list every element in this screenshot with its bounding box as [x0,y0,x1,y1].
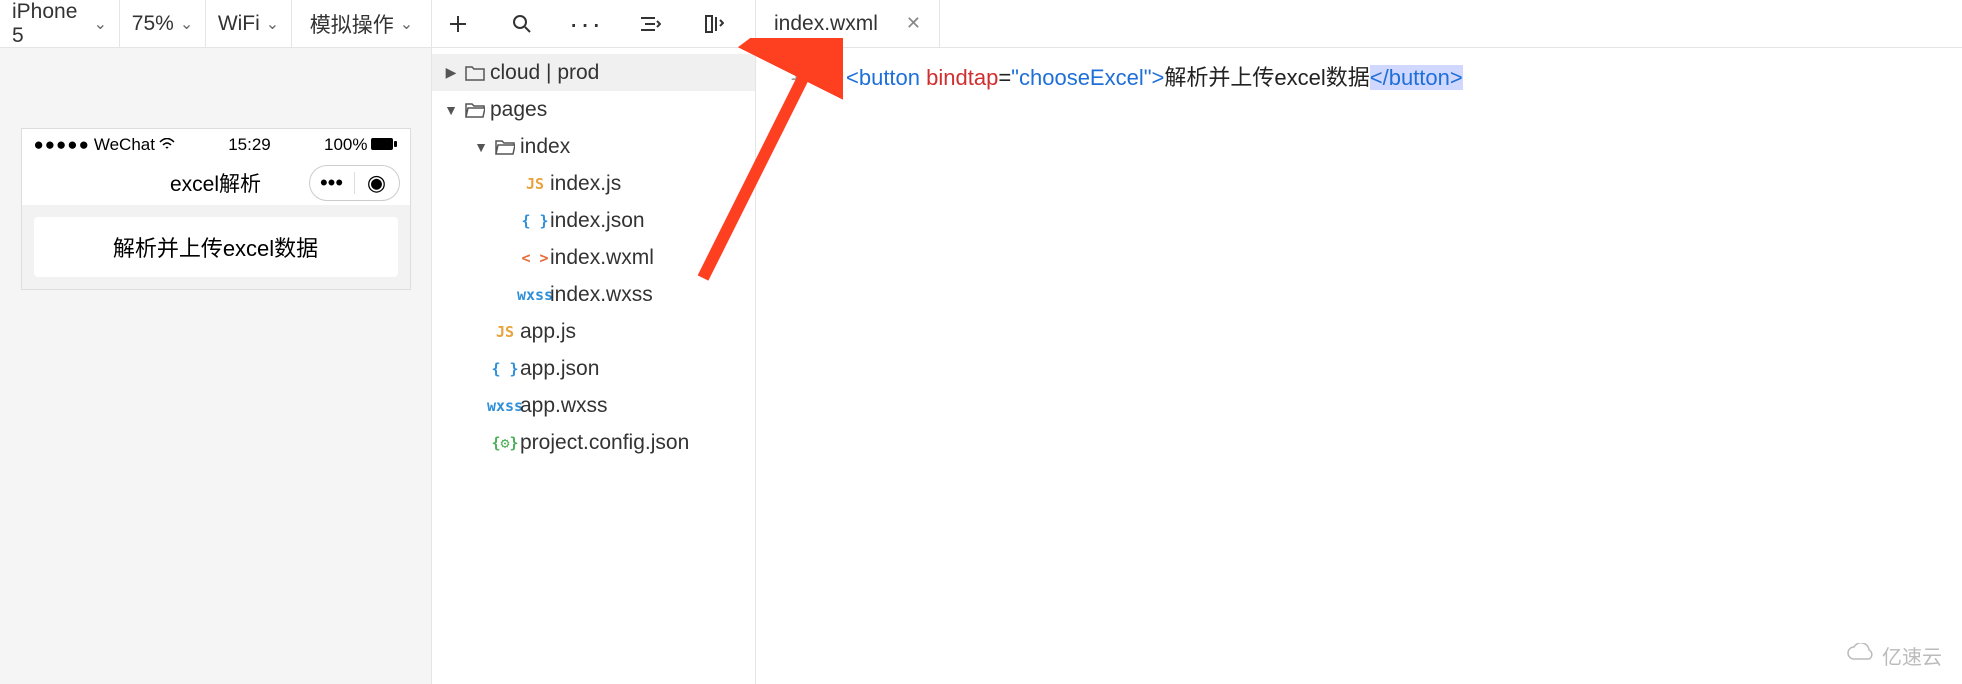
folder-open-icon [490,139,520,155]
code-line-1: <button bindtap="chooseExcel">解析并上传excel… [846,60,1463,92]
tab-index-wxml[interactable]: index.wxml ✕ [756,0,940,48]
js-file-icon: JS [490,323,520,341]
status-left: ●●●●● WeChat [34,135,175,155]
network-select[interactable]: WiFi ⌄ [206,0,292,47]
json-file-icon: { } [520,212,550,230]
tree-file-index-wxml[interactable]: < > index.wxml [432,239,755,276]
status-bar: ●●●●● WeChat 15:29 100% [22,129,410,161]
wifi-icon [159,135,175,155]
chevron-down-icon: ⌄ [94,14,107,34]
tree-file-app-json[interactable]: { } app.json [432,350,755,387]
device-select[interactable]: iPhone 5 ⌄ [0,0,120,47]
tree-file-index-json[interactable]: { } index.json [432,202,755,239]
layout-icon[interactable] [702,12,726,36]
tree-file-index-wxss[interactable]: wxss index.wxss [432,276,755,313]
battery-icon [371,135,397,155]
config-file-icon: {⚙} [490,434,520,452]
tree-label: app.json [520,357,599,381]
zoom-select[interactable]: 75% ⌄ [120,0,206,47]
tab-bar: index.wxml ✕ [756,0,940,47]
tree-label: index.js [550,172,621,196]
zoom-label: 75% [132,12,174,36]
carrier-label: WeChat [94,135,155,155]
page-title: excel解析 [170,168,261,198]
button-label: 解析并上传excel数据 [113,236,318,261]
chevron-down-icon: ⌄ [266,14,279,34]
cloud-icon [1846,643,1876,669]
tree-folder-cloud[interactable]: ▶ cloud | prod [432,54,755,91]
close-icon[interactable]: ✕ [906,13,921,34]
upload-excel-button[interactable]: 解析并上传excel数据 [34,217,398,277]
js-file-icon: JS [520,175,550,193]
capsule-menu-icon[interactable]: ••• [310,170,354,196]
simulator-controls: iPhone 5 ⌄ 75% ⌄ WiFi ⌄ 模拟操作 ⌄ [0,0,432,47]
phone-body: 解析并上传excel数据 [22,205,410,289]
tree-file-project-config[interactable]: {⚙} project.config.json [432,424,755,461]
caret-down-icon: ▼ [442,102,460,118]
wxss-file-icon: wxss [490,397,520,415]
tree-label: app.wxss [520,394,608,418]
caret-right-icon: ▶ [442,64,460,81]
line-number: 1 [790,60,802,86]
phone-frame: ●●●●● WeChat 15:29 100% excel解析 ••• ◉ [21,128,411,290]
tree-label: index.wxml [550,246,654,270]
json-file-icon: { } [490,360,520,378]
wxml-file-icon: < > [520,249,550,267]
simulate-label: 模拟操作 [310,9,394,39]
chevron-down-icon: ⌄ [180,14,193,34]
capsule-close-icon[interactable]: ◉ [355,170,399,196]
simulator-pane: ●●●●● WeChat 15:29 100% excel解析 ••• ◉ [0,48,432,684]
tree-label: index.wxss [550,283,653,307]
nav-bar: excel解析 ••• ◉ [22,161,410,205]
top-bar: iPhone 5 ⌄ 75% ⌄ WiFi ⌄ 模拟操作 ⌄ ··· index… [0,0,1962,48]
battery-label: 100% [324,135,367,155]
tree-file-app-js[interactable]: JS app.js [432,313,755,350]
add-icon[interactable] [446,12,470,36]
tree-label: project.config.json [520,431,689,455]
watermark: 亿速云 [1846,641,1942,670]
file-tree: ▶ cloud | prod ▼ pages ▼ index JS index.… [432,48,756,684]
status-right: 100% [324,135,397,155]
tree-label: pages [490,98,547,122]
tree-folder-pages[interactable]: ▼ pages [432,91,755,128]
tree-folder-index[interactable]: ▼ index [432,128,755,165]
device-label: iPhone 5 [12,0,88,48]
search-icon[interactable] [510,12,534,36]
signal-icon: ●●●●● [34,135,90,155]
tree-file-index-js[interactable]: JS index.js [432,165,755,202]
caret-down-icon: ▼ [472,139,490,155]
folder-icon [460,65,490,81]
tree-label: index [520,135,570,159]
explorer-toolbar: ··· [432,0,756,47]
folder-open-icon [460,102,490,118]
chevron-down-icon: ⌄ [400,14,413,34]
time-label: 15:29 [228,135,271,155]
tab-label: index.wxml [774,12,878,36]
simulate-select[interactable]: 模拟操作 ⌄ [292,0,432,47]
tree-label: app.js [520,320,576,344]
capsule: ••• ◉ [309,165,400,201]
main: ●●●●● WeChat 15:29 100% excel解析 ••• ◉ [0,48,1962,684]
more-icon[interactable]: ··· [574,12,598,36]
tree-label: cloud | prod [490,61,599,85]
network-label: WiFi [218,12,260,36]
tree-label: index.json [550,209,645,233]
watermark-text: 亿速云 [1882,641,1942,670]
wxss-file-icon: wxss [520,286,550,304]
tree-file-app-wxss[interactable]: wxss app.wxss [432,387,755,424]
code-editor[interactable]: 1 <button bindtap="chooseExcel">解析并上传exc… [756,48,1962,684]
indent-icon[interactable] [638,12,662,36]
